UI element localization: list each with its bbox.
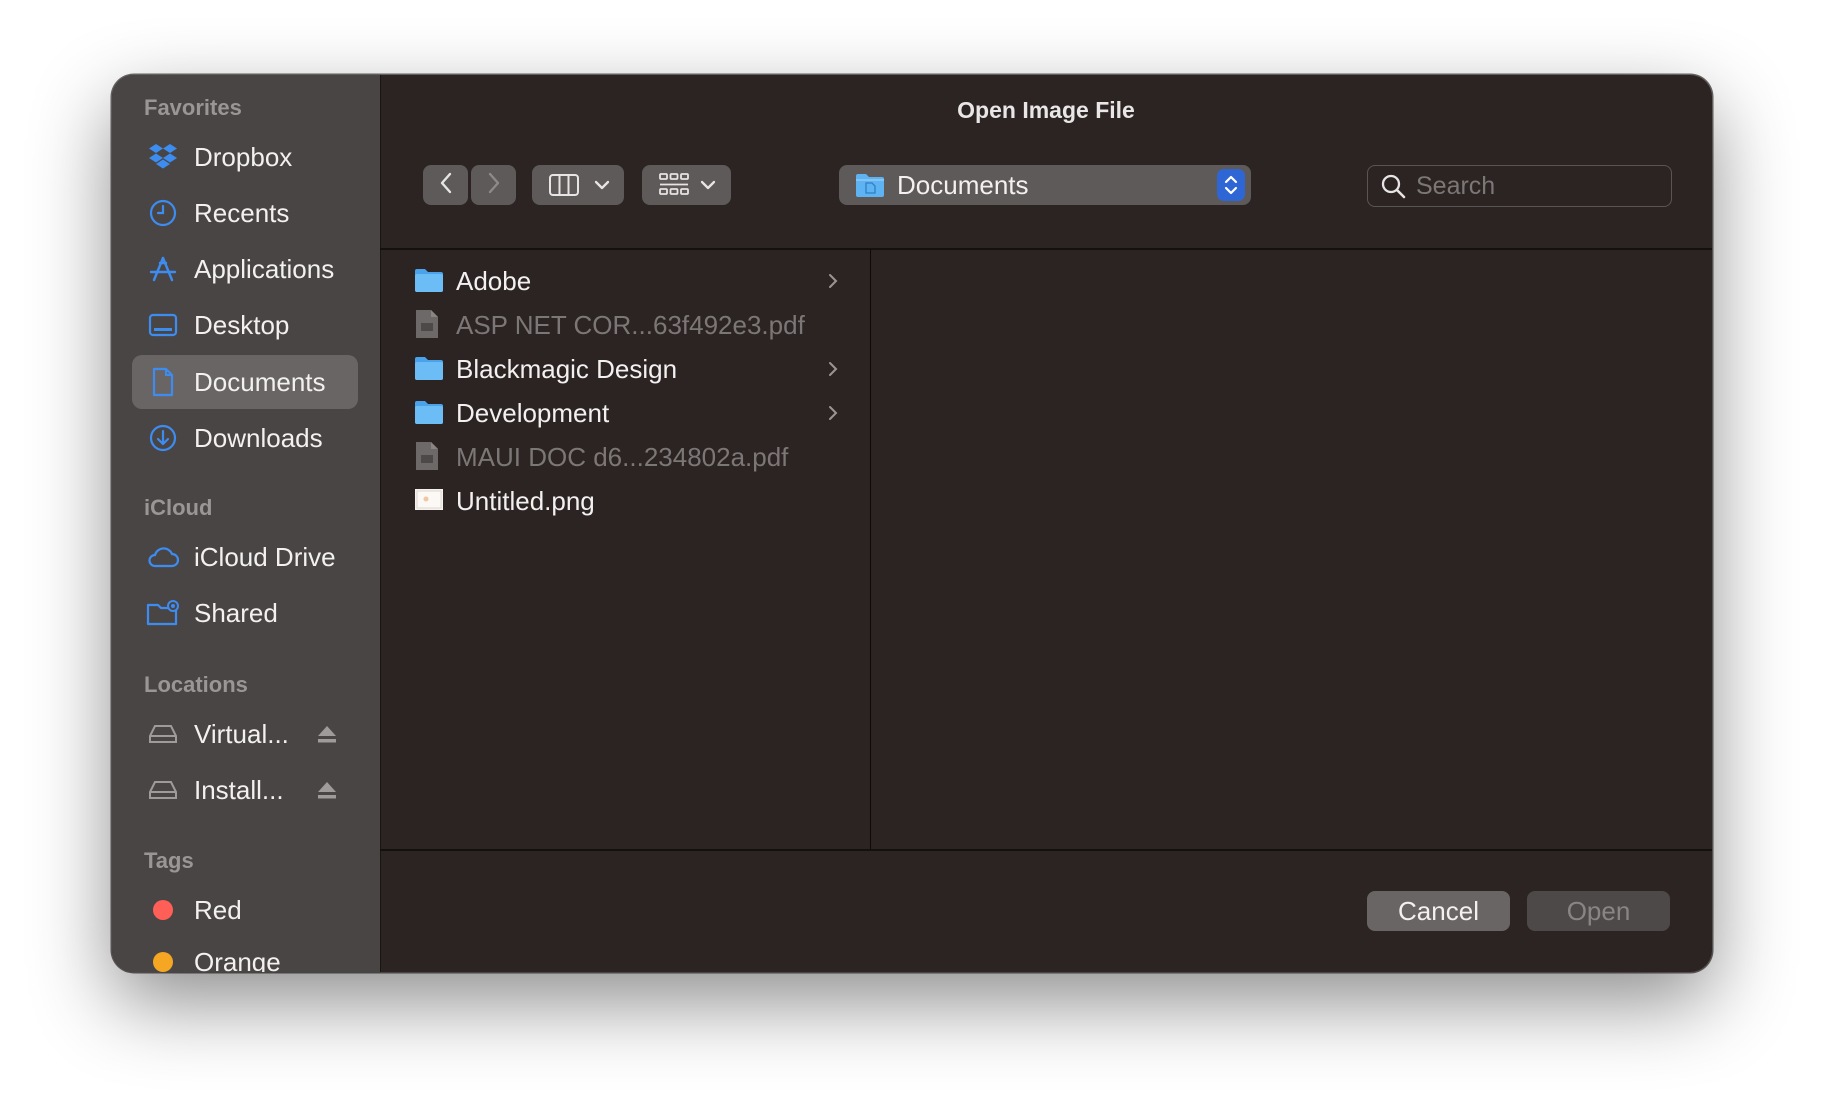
file-row-development[interactable]: Development — [380, 391, 870, 435]
search-input[interactable] — [1414, 170, 1658, 202]
drive-icon — [146, 717, 180, 751]
sidebar-item-label: Shared — [194, 597, 278, 628]
footer-divider — [380, 849, 1712, 851]
sidebar-item-label: Desktop — [194, 309, 290, 340]
back-button[interactable] — [423, 165, 468, 205]
sidebar-section-icloud: iCloud — [144, 495, 213, 520]
sidebar-item-label: Install... — [194, 774, 284, 805]
sidebar-section-favorites: Favorites — [144, 95, 242, 120]
sidebar-item-icloud-drive[interactable]: iCloud Drive — [132, 530, 358, 584]
shared-folder-icon — [146, 596, 180, 630]
chevron-right-icon — [828, 273, 838, 294]
clock-icon — [146, 196, 180, 230]
pdf-file-icon — [414, 309, 444, 341]
open-file-dialog: Favorites Dropbox Recents Applications D… — [112, 75, 1712, 972]
cancel-button[interactable]: Cancel — [1367, 891, 1510, 931]
chevron-right-icon — [828, 361, 838, 382]
file-row-blackmagic-design[interactable]: Blackmagic Design — [380, 347, 870, 391]
tag-dot-icon — [146, 945, 180, 972]
columns-view-icon — [548, 173, 580, 197]
forward-button[interactable] — [471, 165, 516, 205]
sidebar-item-label: iCloud Drive — [194, 541, 336, 572]
sidebar-item-applications[interactable]: Applications — [132, 242, 358, 296]
sidebar-item-virtual-drive[interactable]: Virtual... — [132, 707, 358, 761]
sidebar-item-downloads[interactable]: Downloads — [132, 411, 358, 465]
chevron-down-icon — [594, 179, 610, 191]
file-name: Blackmagic Design — [456, 353, 678, 384]
folder-icon — [414, 353, 444, 385]
pdf-file-icon — [414, 441, 444, 473]
open-button[interactable]: Open — [1527, 891, 1670, 931]
folder-icon — [414, 397, 444, 429]
tag-dot-icon — [146, 893, 180, 927]
updown-chevron-icon — [1217, 169, 1245, 201]
search-icon — [1380, 173, 1406, 199]
file-row-asp-net-pdf: ASP NET COR...63f492e3.pdf — [380, 303, 870, 347]
sidebar-item-install-drive[interactable]: Install... — [132, 763, 358, 817]
file-column: Adobe ASP NET COR...63f492e3.pdf Blackma… — [380, 249, 871, 849]
applications-icon — [146, 252, 180, 286]
sidebar-tag-orange[interactable]: Orange — [132, 935, 358, 972]
dropbox-icon — [146, 140, 180, 174]
sidebar-section-tags: Tags — [144, 848, 194, 873]
sidebar-item-label: Orange — [194, 946, 281, 973]
sidebar-item-label: Recents — [194, 197, 290, 228]
location-popup[interactable]: Documents — [839, 165, 1251, 205]
file-row-untitled-png[interactable]: Untitled.png — [380, 479, 870, 523]
chevron-left-icon — [438, 171, 454, 200]
group-button[interactable] — [642, 165, 731, 205]
sidebar-item-label: Virtual... — [194, 718, 289, 749]
file-name: Adobe — [456, 265, 532, 296]
grid-group-icon — [658, 172, 690, 198]
file-name: MAUI DOC d6...234802a.pdf — [456, 441, 789, 472]
download-icon — [146, 421, 180, 455]
eject-icon[interactable] — [316, 780, 338, 805]
search-field[interactable] — [1367, 165, 1672, 207]
sidebar-section-locations: Locations — [144, 672, 248, 697]
sidebar-item-desktop[interactable]: Desktop — [132, 298, 358, 352]
chevron-right-icon — [828, 405, 838, 426]
sidebar-item-recents[interactable]: Recents — [132, 186, 358, 240]
file-row-adobe[interactable]: Adobe — [380, 259, 870, 303]
file-row-maui-doc-pdf: MAUI DOC d6...234802a.pdf — [380, 435, 870, 479]
eject-icon[interactable] — [316, 724, 338, 749]
folder-icon — [855, 172, 885, 198]
folder-icon — [414, 265, 444, 297]
file-name: Untitled.png — [456, 485, 595, 516]
file-name: Development — [456, 397, 610, 428]
image-file-icon — [414, 485, 444, 517]
drive-icon — [146, 773, 180, 807]
chevron-right-icon — [486, 171, 502, 200]
location-label: Documents — [897, 169, 1029, 200]
sidebar-item-label: Red — [194, 894, 242, 925]
sidebar-tag-red[interactable]: Red — [132, 883, 358, 937]
sidebar-item-documents[interactable]: Documents — [132, 355, 358, 409]
sidebar-item-label: Downloads — [194, 422, 323, 453]
sidebar-item-label: Dropbox — [194, 141, 293, 172]
sidebar-item-dropbox[interactable]: Dropbox — [132, 130, 358, 184]
desktop-icon — [146, 308, 180, 342]
sidebar-item-shared[interactable]: Shared — [132, 586, 358, 640]
document-icon — [146, 365, 180, 399]
sidebar: Favorites Dropbox Recents Applications D… — [112, 75, 381, 972]
sidebar-item-label: Documents — [194, 366, 326, 397]
dialog-title: Open Image File — [957, 97, 1135, 123]
cloud-icon — [146, 540, 180, 574]
sidebar-item-label: Applications — [194, 253, 335, 284]
chevron-down-icon — [700, 179, 716, 191]
file-name: ASP NET COR...63f492e3.pdf — [456, 309, 805, 340]
view-mode-button[interactable] — [532, 165, 624, 205]
